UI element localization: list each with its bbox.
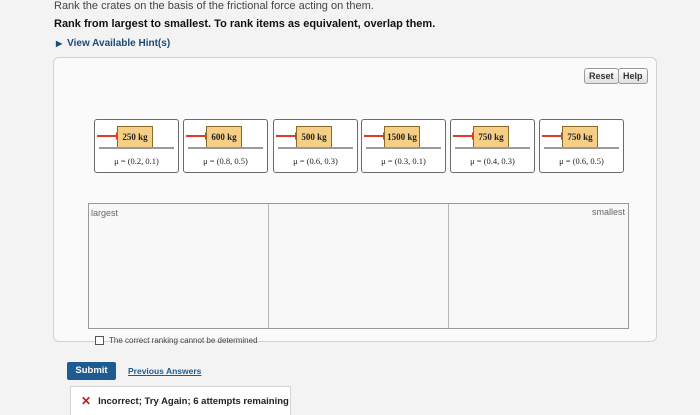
force-arrow-icon [186,132,210,140]
feedback-message: Incorrect; Try Again; 6 attempts remaini… [98,395,289,407]
floor-line [99,147,174,149]
crate-mass: 1500 kg [384,126,420,148]
view-hints-label: View Available Hint(s) [67,38,171,49]
force-arrow-icon [542,132,566,140]
incorrect-x-icon: ✕ [81,394,92,408]
force-arrow-icon [453,132,477,140]
floor-line [278,147,353,149]
floor-line [544,147,619,149]
cannot-determine-label: The correct ranking cannot be determined [109,336,258,345]
crate-card-1[interactable]: 250 kg μ = (0.2, 0.1) [94,119,179,173]
ranking-drop-area[interactable] [88,203,629,329]
help-button[interactable]: Help [618,68,648,84]
ranking-bin[interactable] [269,204,449,328]
crate-friction-coefficients: μ = (0.4, 0.3) [470,156,515,166]
crate-friction-coefficients: μ = (0.3, 0.1) [381,156,426,166]
view-hints-link[interactable]: ▶ View Available Hint(s) [56,38,170,49]
force-arrow-icon [276,132,300,140]
ranking-bin[interactable] [89,204,269,328]
crate-card-6[interactable]: 750 kg μ = (0.6, 0.5) [539,119,624,173]
feedback-message-box: ✕ Incorrect; Try Again; 6 attempts remai… [70,386,291,415]
crate-mass: 500 kg [296,126,332,148]
crate-mass: 750 kg [473,126,509,148]
submit-button[interactable]: Submit [67,362,116,380]
floor-line [366,147,441,149]
ranking-bin[interactable] [449,204,628,328]
crate-card-5[interactable]: 750 kg μ = (0.4, 0.3) [450,119,535,173]
crate-card-4[interactable]: 1500 kg μ = (0.3, 0.1) [361,119,446,173]
smallest-label: smallest [592,207,626,217]
floor-line [188,147,263,149]
reset-button[interactable]: Reset [584,68,619,84]
question-text: Rank the crates on the basis of the fric… [54,0,374,12]
crate-mass: 600 kg [206,126,242,148]
cannot-determine-option[interactable]: The correct ranking cannot be determined [95,336,258,345]
largest-label: largest [91,208,119,218]
crate-card-3[interactable]: 500 kg μ = (0.6, 0.3) [273,119,358,173]
crate-mass: 250 kg [117,126,153,148]
crate-friction-coefficients: μ = (0.6, 0.5) [559,156,604,166]
crate-friction-coefficients: μ = (0.6, 0.3) [293,156,338,166]
force-arrow-icon [97,132,121,140]
cannot-determine-checkbox[interactable] [95,336,104,345]
crate-friction-coefficients: μ = (0.2, 0.1) [114,156,159,166]
caret-right-icon: ▶ [56,39,63,48]
crate-card-2[interactable]: 600 kg μ = (0.8, 0.5) [183,119,268,173]
floor-line [455,147,530,149]
crate-friction-coefficients: μ = (0.8, 0.5) [203,156,248,166]
crate-mass: 750 kg [562,126,598,148]
instruction-text: Rank from largest to smallest. To rank i… [54,18,436,30]
force-arrow-icon [364,132,388,140]
previous-answers-link[interactable]: Previous Answers [128,366,201,376]
